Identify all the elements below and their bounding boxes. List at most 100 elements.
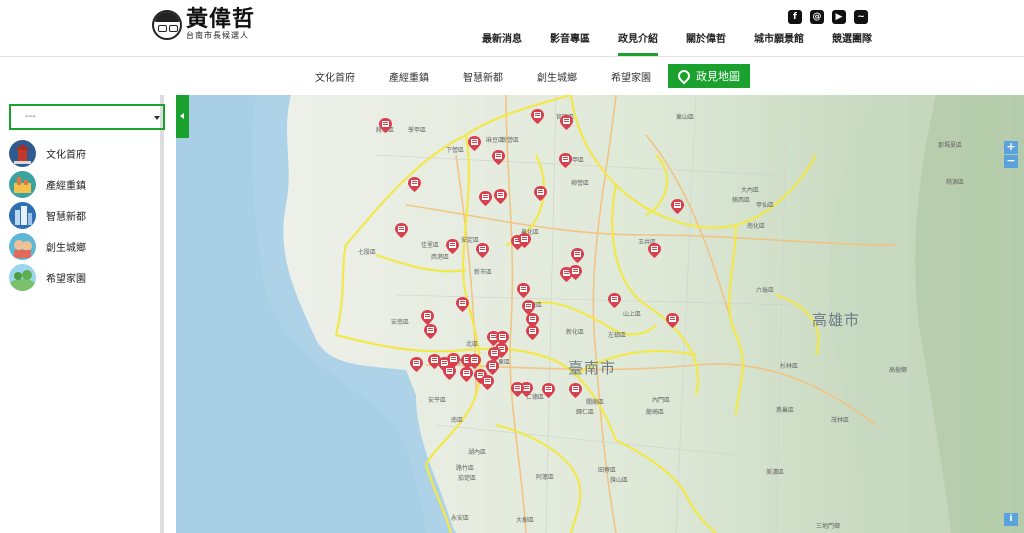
zoom-control: + − <box>1004 141 1018 169</box>
policy-map-label: 政見地圖 <box>696 70 740 83</box>
policy-marker[interactable] <box>481 375 494 390</box>
district-label: 下營區 <box>446 147 465 154</box>
policy-marker[interactable] <box>460 367 473 382</box>
district-label: 大內區 <box>741 187 760 194</box>
policy-marker[interactable] <box>517 283 530 298</box>
policy-marker[interactable] <box>379 118 392 133</box>
district-label: 茄萣區 <box>458 475 477 482</box>
district-label: 南化區 <box>747 223 766 230</box>
map-info-button[interactable]: i <box>1004 513 1018 526</box>
policy-marker[interactable] <box>486 360 499 375</box>
sidebar-scrollbar[interactable] <box>160 95 164 533</box>
policy-marker[interactable] <box>494 189 507 204</box>
subnav-rural[interactable]: 創生城鄉 <box>520 69 594 84</box>
brand-subtitle: 台南市長候選人 <box>186 31 249 40</box>
email-icon[interactable]: @ <box>810 10 824 24</box>
nav-policy[interactable]: 政見介紹 <box>604 34 672 56</box>
district-label: 永安區 <box>451 515 470 522</box>
nav-media[interactable]: 影音專區 <box>536 34 604 56</box>
category-culture[interactable]: 文化首府 <box>9 138 86 169</box>
youtube-icon[interactable]: ▶ <box>832 10 846 24</box>
category-list: 文化首府 產經重鎮 智慧新都 創生城鄉 希望家園 <box>9 138 86 293</box>
district-label: 內門區 <box>652 397 671 404</box>
policy-marker[interactable] <box>408 177 421 192</box>
policy-marker[interactable] <box>468 136 481 151</box>
district-label: 茂林區 <box>831 417 850 424</box>
district-label: 湖內區 <box>468 449 487 456</box>
policy-marker[interactable] <box>560 115 573 130</box>
policy-marker[interactable] <box>571 248 584 263</box>
policy-marker[interactable] <box>424 324 437 339</box>
policy-marker[interactable] <box>456 297 469 312</box>
policy-marker[interactable] <box>608 293 621 308</box>
nav-vision[interactable]: 城市願景館 <box>740 34 818 56</box>
policy-marker[interactable] <box>559 153 572 168</box>
policy-marker[interactable] <box>511 382 524 397</box>
nav-team[interactable]: 競選團隊 <box>818 34 886 56</box>
category-home[interactable]: 希望家園 <box>9 262 86 293</box>
nav-news[interactable]: 最新消息 <box>468 34 536 56</box>
district-label: 路竹區 <box>456 465 475 472</box>
district-label: 東山區 <box>676 114 695 121</box>
policy-marker[interactable] <box>476 243 489 258</box>
brand-name: 黃偉哲 <box>186 7 256 32</box>
nav-about[interactable]: 關於偉哲 <box>672 34 740 56</box>
avatar <box>152 10 182 40</box>
district-label: 田寮區 <box>598 467 617 474</box>
district-select[interactable]: --- <box>9 104 165 130</box>
district-label: 北區 <box>466 341 479 348</box>
zoom-in-button[interactable]: + <box>1004 141 1018 154</box>
district-label: 六龜區 <box>756 287 775 294</box>
district-label: 安南區 <box>391 319 410 326</box>
district-label: 南區 <box>451 417 464 424</box>
policy-marker[interactable] <box>542 383 555 398</box>
facebook-icon[interactable]: f <box>788 10 802 24</box>
district-label: 甲仙區 <box>756 202 775 209</box>
messenger-icon[interactable]: ~ <box>854 10 868 24</box>
district-label: 學甲區 <box>408 127 427 134</box>
policy-marker[interactable] <box>395 223 408 238</box>
policy-marker[interactable] <box>492 150 505 165</box>
subnav-home[interactable]: 希望家園 <box>594 69 668 84</box>
policy-marker[interactable] <box>666 313 679 328</box>
policy-map[interactable]: 將軍區學甲區麻豆區官田區六甲區佳里區下營區新營區柳營區東山區大內區玉井區楠西區南… <box>176 95 1024 533</box>
district-label: 左鎮區 <box>608 332 627 339</box>
district-label: 旗山區 <box>610 477 629 484</box>
policy-marker[interactable] <box>479 191 492 206</box>
category-label: 希望家園 <box>46 274 86 285</box>
district-label: 新化區 <box>566 329 585 336</box>
subnav-smart[interactable]: 智慧新都 <box>446 69 520 84</box>
policy-marker[interactable] <box>569 265 582 280</box>
policy-marker[interactable] <box>569 383 582 398</box>
policy-marker[interactable] <box>446 239 459 254</box>
district-label: 楠西區 <box>732 197 751 204</box>
district-label: 高樹鄉 <box>889 367 908 374</box>
sidebar-toggle-button[interactable] <box>176 95 189 138</box>
policy-marker[interactable] <box>531 109 544 124</box>
policy-marker[interactable] <box>671 199 684 214</box>
district-label: 山上區 <box>623 311 642 318</box>
policy-marker[interactable] <box>648 243 661 258</box>
category-economy[interactable]: 產經重鎮 <box>9 169 86 200</box>
policy-subnav: 文化首府 產經重鎮 智慧新都 創生城鄉 希望家園 政見地圖 <box>0 57 1024 95</box>
category-smart[interactable]: 智慧新都 <box>9 200 86 231</box>
policy-marker[interactable] <box>410 357 423 372</box>
main-nav: 最新消息 影音專區 政見介紹 關於偉哲 城市願景館 競選團隊 <box>468 34 886 56</box>
category-rural[interactable]: 創生城鄉 <box>9 231 86 262</box>
policy-map-button[interactable]: 政見地圖 <box>668 64 750 88</box>
rural-icon <box>9 233 36 260</box>
policy-marker[interactable] <box>526 325 539 340</box>
logo[interactable]: 黃偉哲 台南市長候選人 <box>152 9 255 41</box>
policy-marker[interactable] <box>534 186 547 201</box>
policy-marker[interactable] <box>518 233 531 248</box>
map-pin-icon <box>675 67 693 85</box>
category-sidebar: --- 文化首府 產經重鎮 智慧新都 創生城鄉 希望家園 <box>0 95 176 533</box>
policy-marker[interactable] <box>443 365 456 380</box>
district-label: 龍崎區 <box>646 409 665 416</box>
subnav-culture[interactable]: 文化首府 <box>298 69 372 84</box>
zoom-out-button[interactable]: − <box>1004 155 1018 168</box>
district-label: 安平區 <box>428 397 447 404</box>
subnav-economy[interactable]: 產經重鎮 <box>372 69 446 84</box>
home-icon <box>9 264 36 291</box>
policy-marker[interactable] <box>421 310 434 325</box>
